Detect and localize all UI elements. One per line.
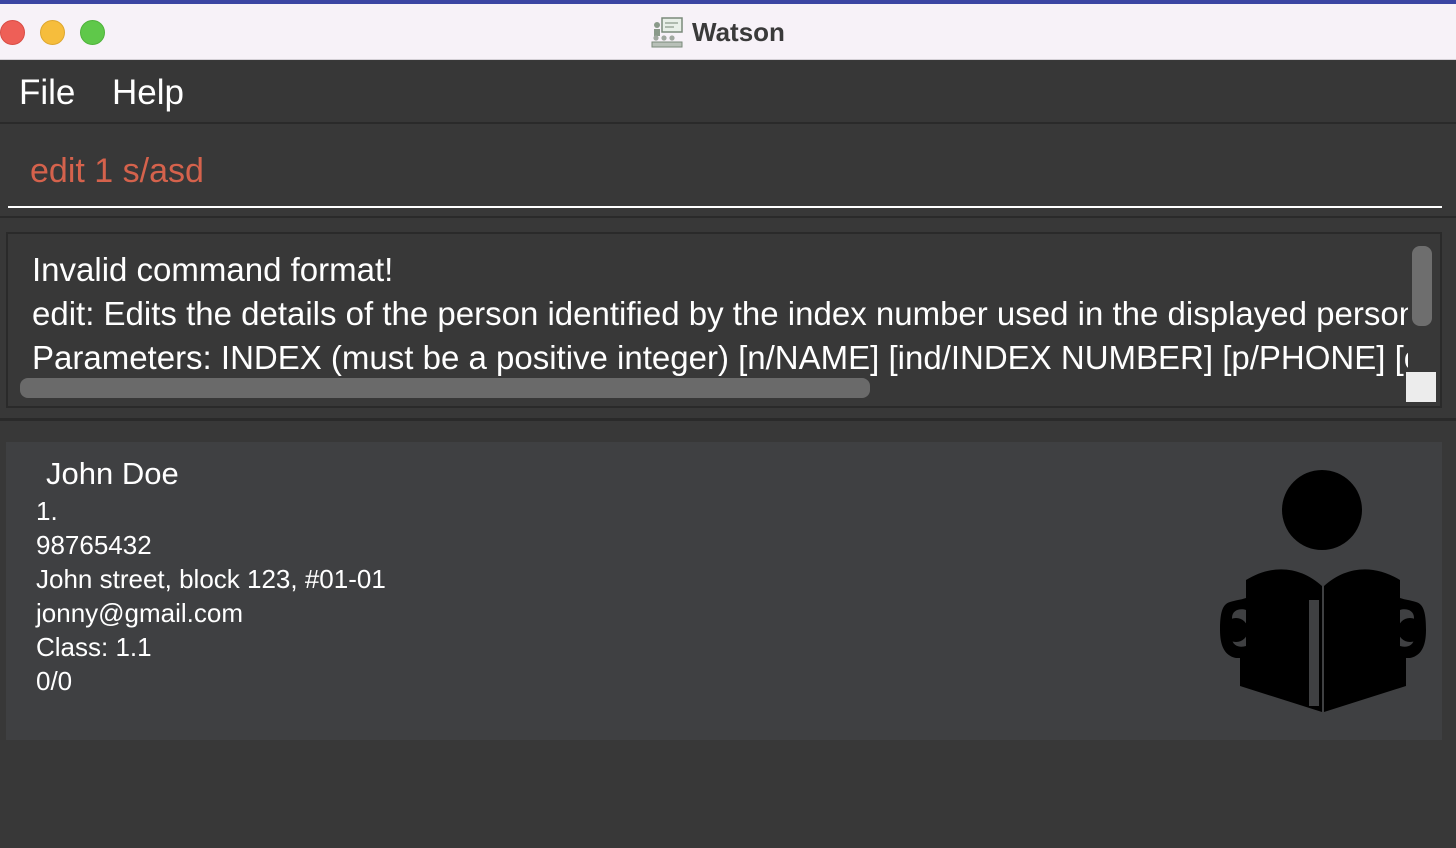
result-line: edit: Edits the details of the person id…: [32, 295, 1408, 332]
command-input[interactable]: [8, 136, 1442, 208]
vertical-scrollbar-thumb[interactable]: [1412, 246, 1432, 326]
result-line: Parameters: INDEX (must be a positive in…: [32, 339, 1408, 376]
result-display[interactable]: Invalid command format! edit: Edits the …: [6, 232, 1442, 408]
person-name: John Doe: [46, 456, 179, 491]
person-email: jonny@gmail.com: [36, 598, 244, 628]
person-score: 0/0: [36, 666, 73, 696]
result-line: Invalid command format!: [32, 251, 394, 288]
title-bar[interactable]: Watson: [0, 4, 1456, 60]
person-address: John street, block 123, #01-01: [36, 564, 386, 594]
minimize-window-button[interactable]: [40, 20, 65, 45]
menu-bar: File Help: [0, 61, 1456, 124]
classroom-icon: [651, 17, 683, 48]
menu-help[interactable]: Help: [112, 73, 184, 113]
section-divider: [0, 418, 1456, 421]
menu-file[interactable]: File: [19, 73, 75, 113]
horizontal-scrollbar-thumb[interactable]: [20, 378, 870, 398]
person-class: Class: 1.1: [36, 632, 152, 662]
person-card[interactable]: John Doe 1. 98765432 John street, block …: [6, 442, 1442, 740]
person-index: 1.: [36, 496, 58, 526]
window-title-group: Watson: [650, 14, 785, 50]
close-window-button[interactable]: [0, 20, 25, 45]
scrollbar-corner: [1406, 372, 1436, 402]
result-text: Invalid command format! edit: Edits the …: [32, 248, 1408, 380]
person-phone: 98765432: [36, 530, 152, 560]
window-title: Watson: [692, 16, 785, 47]
maximize-window-button[interactable]: [80, 20, 105, 45]
command-box: [0, 126, 1456, 218]
student-reading-icon: [1220, 470, 1426, 712]
